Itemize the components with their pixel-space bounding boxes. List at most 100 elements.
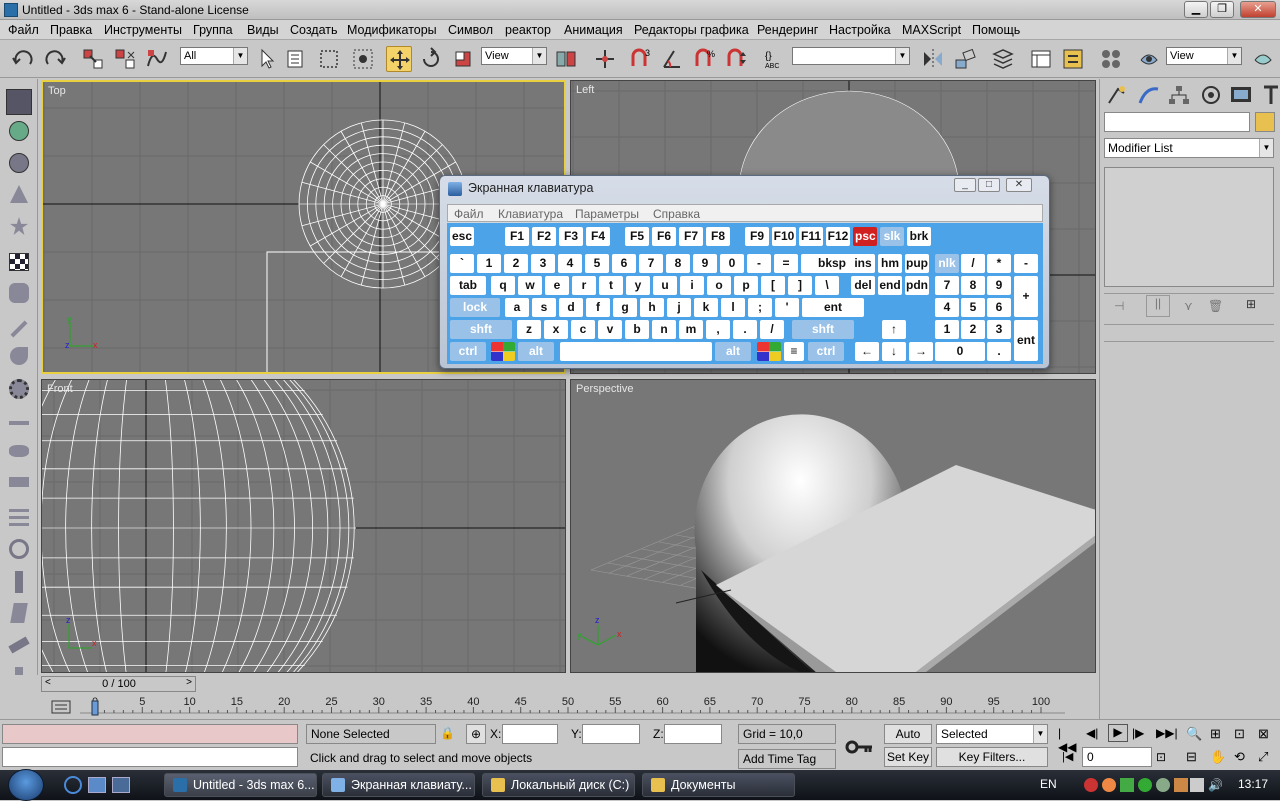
select-and-scale-icon[interactable] xyxy=(450,46,476,72)
auto-key-button[interactable]: Auto Key xyxy=(884,724,932,759)
osk-menu-settings[interactable]: Параметры xyxy=(575,207,639,221)
osk-key-,[interactable]: , xyxy=(706,320,730,339)
tray-shield-icon[interactable] xyxy=(1174,778,1188,792)
menu-file[interactable]: Файл xyxy=(8,23,39,37)
minimize-button[interactable]: ▁ xyxy=(1184,1,1208,18)
select-and-link-icon[interactable] xyxy=(80,46,106,72)
osk-key-num-6[interactable]: 6 xyxy=(987,298,1011,317)
unlink-selection-icon[interactable] xyxy=(112,46,138,72)
network-icon[interactable] xyxy=(1190,778,1204,792)
tray-download-icon[interactable] xyxy=(1120,778,1134,792)
menu-character[interactable]: Символ xyxy=(448,23,493,37)
zoom-extents-icon[interactable]: ⊡ xyxy=(1234,726,1250,742)
osk-key-w[interactable]: w xyxy=(518,276,542,295)
show-desktop-icon[interactable] xyxy=(88,777,106,793)
set-key-button[interactable]: Set Key xyxy=(884,747,932,767)
osk-key-u[interactable]: u xyxy=(653,276,677,295)
osk-key-shift-left[interactable]: shft xyxy=(450,320,512,339)
modifier-stack[interactable] xyxy=(1104,167,1274,287)
osk-key-del[interactable]: del xyxy=(851,276,875,295)
osk-key-ctrl-left[interactable]: ctrl xyxy=(450,342,486,361)
systems-icon[interactable] xyxy=(9,445,29,457)
osk-key-num-enter[interactable]: ent xyxy=(1014,320,1038,361)
osk-key-F11[interactable]: F11 xyxy=(799,227,823,246)
osk-key-;[interactable]: ; xyxy=(748,298,772,317)
osk-key-y[interactable]: y xyxy=(626,276,650,295)
z-coordinate-field[interactable] xyxy=(664,724,722,744)
osk-key-/[interactable]: / xyxy=(760,320,784,339)
osk-key-num-2[interactable]: 2 xyxy=(961,320,985,339)
menu-rendering[interactable]: Рендеринг xyxy=(757,23,818,37)
tray-status-icon[interactable] xyxy=(1138,778,1152,792)
osk-key-pup[interactable]: pup xyxy=(905,254,929,273)
menu-views[interactable]: Виды xyxy=(247,23,279,37)
undo-icon[interactable] xyxy=(10,46,36,72)
material-editor-icon[interactable] xyxy=(1098,46,1124,72)
osk-key-ins[interactable]: ins xyxy=(851,254,875,273)
osk-key-num-minus[interactable]: - xyxy=(1014,254,1038,273)
arc-rotate-icon[interactable]: ⟲ xyxy=(1234,749,1250,765)
chevron-right-icon[interactable]: > xyxy=(186,677,192,688)
osk-key-e[interactable]: e xyxy=(545,276,569,295)
taskbar-item-documents[interactable]: Документы xyxy=(642,773,795,797)
osk-key-esc[interactable]: esc xyxy=(450,227,474,246)
select-and-move-icon[interactable] xyxy=(386,46,412,72)
osk-key-s[interactable]: s xyxy=(532,298,556,317)
window-crossing-icon[interactable] xyxy=(350,46,376,72)
edit-named-selection-icon[interactable]: {} ABC xyxy=(762,46,788,72)
go-to-end-icon[interactable]: ▶▶| xyxy=(1156,726,1178,742)
osk-key-`[interactable]: ` xyxy=(450,254,474,273)
menu-help[interactable]: Помощь xyxy=(972,23,1020,37)
pan-hand-icon[interactable]: ✋ xyxy=(1210,749,1226,765)
osk-key-.[interactable]: . xyxy=(733,320,757,339)
osk-key-F8[interactable]: F8 xyxy=(706,227,730,246)
osk-key-F6[interactable]: F6 xyxy=(652,227,676,246)
track-view-icon[interactable] xyxy=(1028,46,1054,72)
menu-modifiers[interactable]: Модификаторы xyxy=(347,23,437,37)
osk-key-0[interactable]: 0 xyxy=(720,254,744,273)
motion-tab-icon[interactable] xyxy=(1198,83,1224,107)
osk-key-h[interactable]: h xyxy=(640,298,664,317)
configure-modifier-sets-icon[interactable]: ⊞ xyxy=(1246,297,1266,315)
osk-key-1[interactable]: 1 xyxy=(477,254,501,273)
osk-key-\[interactable]: \ xyxy=(815,276,839,295)
maximize-viewport-icon[interactable]: ⤢ xyxy=(1258,749,1274,765)
hierarchy-tab-icon[interactable] xyxy=(1166,83,1192,107)
osk-key-F3[interactable]: F3 xyxy=(559,227,583,246)
osk-key-[[interactable]: [ xyxy=(761,276,785,295)
menu-graph-editors[interactable]: Редакторы графика xyxy=(634,23,749,37)
modifier-list-dropdown[interactable]: Modifier List ▼ xyxy=(1104,138,1274,158)
osk-key-num-9[interactable]: 9 xyxy=(987,276,1011,295)
tray-antivirus-icon[interactable] xyxy=(1084,778,1098,792)
camera-icon[interactable] xyxy=(10,347,28,365)
bind-to-space-warp-icon[interactable] xyxy=(144,46,170,72)
osk-menu-keyboard[interactable]: Клавиатура xyxy=(498,207,563,221)
osk-key-r[interactable]: r xyxy=(572,276,596,295)
osk-key-end[interactable]: end xyxy=(878,276,902,295)
osk-key-alt-right[interactable]: alt xyxy=(715,342,751,361)
time-slider[interactable]: < 0 / 100 > xyxy=(41,676,196,692)
x-coordinate-field[interactable] xyxy=(502,724,558,744)
biped-icon[interactable] xyxy=(15,571,23,593)
menu-customize[interactable]: Настройка xyxy=(829,23,891,37)
osk-key-q[interactable]: q xyxy=(491,276,515,295)
osk-key-nlk[interactable]: nlk xyxy=(935,254,959,273)
current-frame-field[interactable]: 0 xyxy=(1082,747,1152,767)
osk-minimize-button[interactable]: _ xyxy=(954,178,976,192)
osk-key-][interactable]: ] xyxy=(788,276,812,295)
cloth-icon[interactable] xyxy=(10,603,28,623)
osk-key-j[interactable]: j xyxy=(667,298,691,317)
on-screen-keyboard-window[interactable]: Экранная клавиатура _ □ ✕ Файл Клавиатур… xyxy=(439,175,1050,369)
clock[interactable]: 13:17 xyxy=(1238,777,1268,791)
osk-key-brk[interactable]: brk xyxy=(907,227,931,246)
waves-icon[interactable] xyxy=(9,507,29,533)
helper-gear-icon[interactable] xyxy=(9,379,29,399)
osk-key-num-0[interactable]: 0 xyxy=(935,342,985,361)
pivot-center-icon[interactable] xyxy=(553,46,579,72)
make-unique-icon[interactable]: ⋎ xyxy=(1184,299,1200,315)
volume-icon[interactable]: 🔊 xyxy=(1208,778,1223,792)
osk-key-ent[interactable]: ent xyxy=(802,298,864,317)
reactor-icon[interactable] xyxy=(9,539,29,559)
osk-key-alt-left[interactable]: alt xyxy=(518,342,554,361)
maxscript-listener-input[interactable] xyxy=(2,747,298,767)
